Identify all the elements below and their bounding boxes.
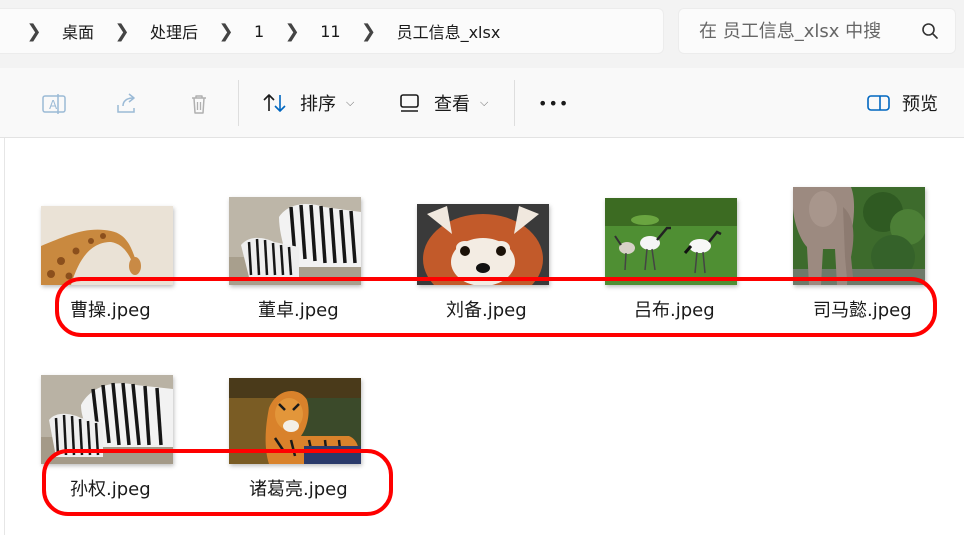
share-icon[interactable] bbox=[113, 90, 141, 118]
preview-pane-button[interactable]: 预览 bbox=[866, 86, 938, 120]
cranes-image bbox=[605, 198, 737, 285]
chevron-right-icon[interactable]: ❯ bbox=[106, 21, 138, 42]
preview-label: 预览 bbox=[902, 94, 938, 115]
divider bbox=[238, 80, 239, 126]
file-thumbnail[interactable] bbox=[605, 198, 737, 285]
file-name[interactable]: 曹操.jpeg bbox=[70, 296, 151, 322]
sort-icon bbox=[263, 94, 286, 112]
zebra-image bbox=[41, 375, 173, 464]
breadcrumb-item-1[interactable]: 1 bbox=[242, 22, 276, 41]
file-name[interactable]: 刘备.jpeg bbox=[446, 296, 527, 322]
file-name[interactable]: 司马懿.jpeg bbox=[813, 296, 912, 322]
file-thumbnail[interactable] bbox=[417, 204, 549, 285]
search-icon[interactable] bbox=[921, 22, 939, 40]
breadcrumb-item-processed[interactable]: 处理后 bbox=[138, 19, 210, 43]
divider bbox=[514, 80, 515, 126]
file-thumbnail[interactable] bbox=[41, 206, 173, 285]
giraffe-image bbox=[41, 206, 173, 285]
view-icon bbox=[400, 94, 419, 112]
tiger-image bbox=[229, 378, 361, 464]
search-box[interactable] bbox=[678, 8, 956, 54]
search-input[interactable] bbox=[699, 20, 911, 42]
address-bar-area: ❯ 桌面 ❯ 处理后 ❯ 1 ❯ 11 ❯ 员工信息_xlsx bbox=[0, 0, 964, 68]
pane-divider bbox=[4, 138, 5, 535]
view-button[interactable]: 查看 ⌵ bbox=[398, 86, 488, 120]
rename-icon[interactable]: A bbox=[40, 90, 68, 118]
breadcrumb-item-current-folder[interactable]: 员工信息_xlsx bbox=[385, 19, 513, 43]
breadcrumb-item-desktop[interactable]: 桌面 bbox=[50, 19, 106, 43]
chevron-right-icon[interactable]: ❯ bbox=[276, 21, 308, 42]
zebra-image bbox=[229, 197, 361, 285]
file-thumbnail[interactable] bbox=[793, 187, 925, 285]
sort-label: 排序 bbox=[300, 94, 336, 115]
red-panda-image bbox=[417, 204, 549, 285]
chevron-down-icon: ⌵ bbox=[346, 96, 355, 109]
file-name[interactable]: 诸葛亮.jpeg bbox=[249, 475, 348, 501]
file-name[interactable]: 董卓.jpeg bbox=[258, 296, 339, 322]
chevron-right-icon[interactable]: ❯ bbox=[210, 21, 242, 42]
chevron-down-icon: ⌵ bbox=[480, 96, 489, 109]
command-bar: A 排序 ⌵ 查看 ⌵ ••• 预览 bbox=[0, 68, 964, 138]
sort-button[interactable]: 排序 ⌵ bbox=[262, 86, 354, 120]
file-thumbnail[interactable] bbox=[41, 375, 173, 464]
chevron-right-icon[interactable]: ❯ bbox=[353, 21, 385, 42]
preview-pane-icon bbox=[867, 95, 890, 111]
delete-icon[interactable] bbox=[185, 90, 213, 118]
svg-text:A: A bbox=[49, 98, 58, 112]
file-view: 曹操.jpeg 董卓.jpeg 刘备.jpeg 吕布.jpeg 司马懿.jpeg… bbox=[0, 138, 964, 535]
file-thumbnail[interactable] bbox=[229, 197, 361, 285]
view-label: 查看 bbox=[434, 94, 470, 115]
breadcrumb-item-11[interactable]: 11 bbox=[308, 22, 352, 41]
more-icon: ••• bbox=[538, 93, 570, 113]
file-thumbnail[interactable] bbox=[229, 378, 361, 464]
breadcrumb[interactable]: ❯ 桌面 ❯ 处理后 ❯ 1 ❯ 11 ❯ 员工信息_xlsx bbox=[0, 8, 664, 54]
file-name[interactable]: 孙权.jpeg bbox=[70, 475, 151, 501]
file-name[interactable]: 吕布.jpeg bbox=[634, 296, 715, 322]
chevron-right-icon[interactable]: ❯ bbox=[18, 21, 50, 42]
elephant-image bbox=[793, 187, 925, 285]
more-options-button[interactable]: ••• bbox=[538, 86, 569, 120]
